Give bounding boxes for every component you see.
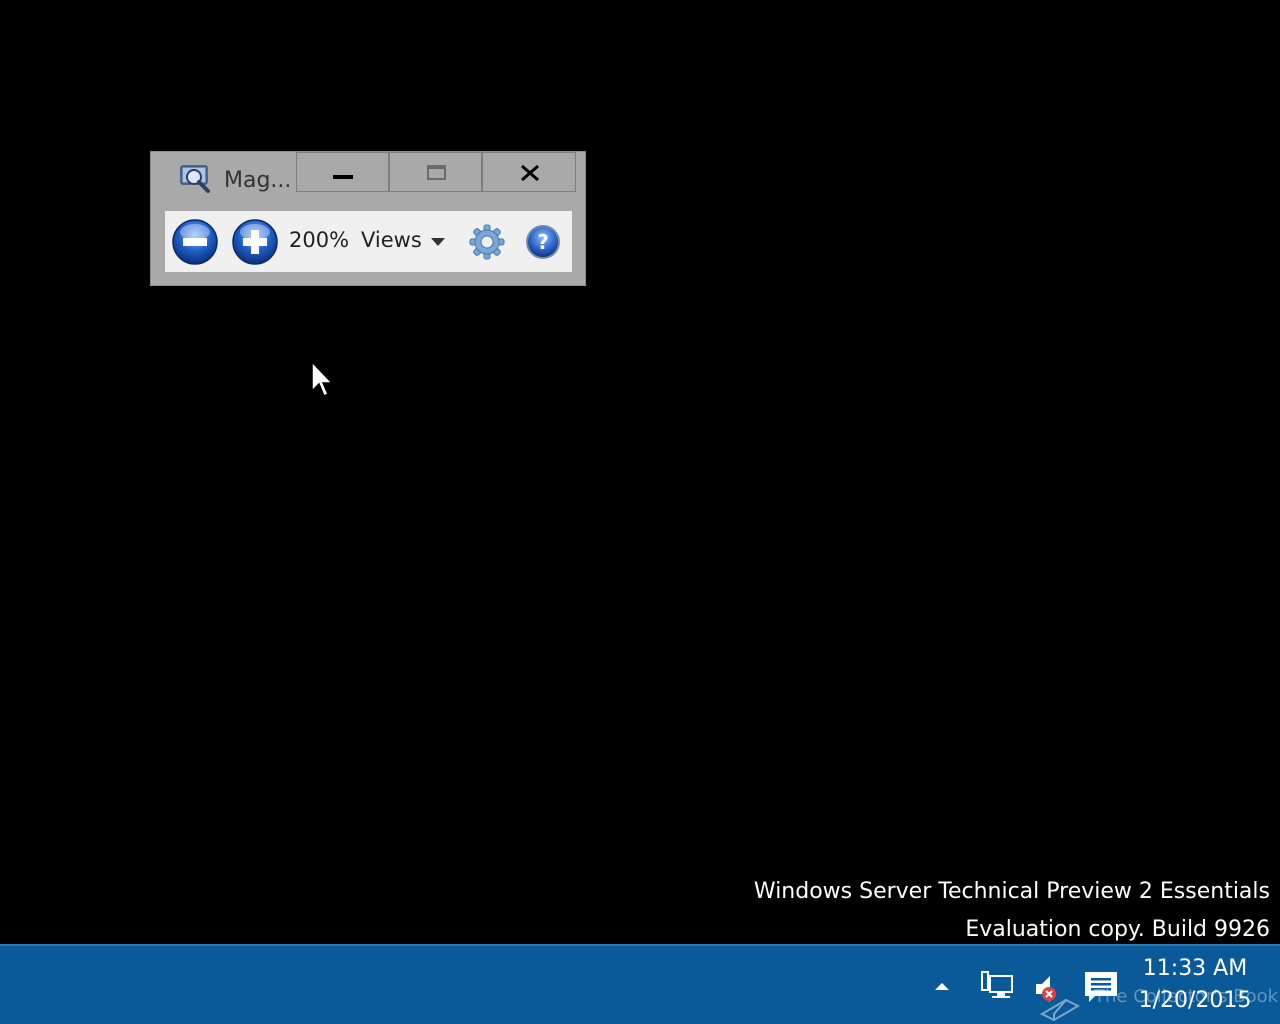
clock-time: 11:33 AM [1142, 956, 1248, 981]
maximize-button[interactable] [389, 152, 482, 192]
watermark-line-edition: Windows Server Technical Preview 2 Essen… [753, 879, 1270, 904]
maximize-icon [427, 165, 446, 180]
svg-text:?: ? [537, 230, 549, 254]
magnifier-window[interactable]: Mag... 200% Views ? [150, 151, 586, 286]
clock-date: 1/20/2015 [1138, 988, 1252, 1013]
volume-muted-icon[interactable] [1032, 970, 1080, 1022]
close-button[interactable] [482, 152, 576, 192]
magnifier-toolbar: 200% Views ? [165, 211, 572, 272]
mouse-cursor-icon [311, 361, 333, 398]
help-icon[interactable]: ? [525, 224, 561, 260]
zoom-level: 200% [289, 228, 350, 252]
views-menu[interactable]: Views [361, 228, 422, 252]
desktop[interactable]: Mag... 200% Views ? Windows Server Techn… [0, 0, 1280, 944]
minimize-button[interactable] [296, 152, 389, 192]
magnifier-app-icon [180, 165, 210, 193]
os-watermark: Windows Server Technical Preview 2 Essen… [754, 873, 1270, 949]
taskbar-clock[interactable]: 11:33 AM 1/20/2015 [1130, 954, 1260, 1018]
taskbar: The Collector's Book 11:33 AM 1/20/2015 [0, 944, 1280, 1024]
close-icon [521, 164, 539, 182]
zoom-out-icon[interactable] [171, 218, 219, 266]
magnifier-titlebar[interactable]: Mag... [151, 152, 587, 194]
minimize-icon [333, 175, 353, 179]
network-icon[interactable] [978, 970, 1014, 1002]
gear-icon[interactable] [469, 224, 505, 260]
magnifier-title: Mag... [224, 168, 292, 193]
chevron-down-icon[interactable] [431, 238, 445, 246]
zoom-in-icon[interactable] [231, 218, 279, 266]
chevron-up-icon[interactable] [932, 980, 952, 992]
